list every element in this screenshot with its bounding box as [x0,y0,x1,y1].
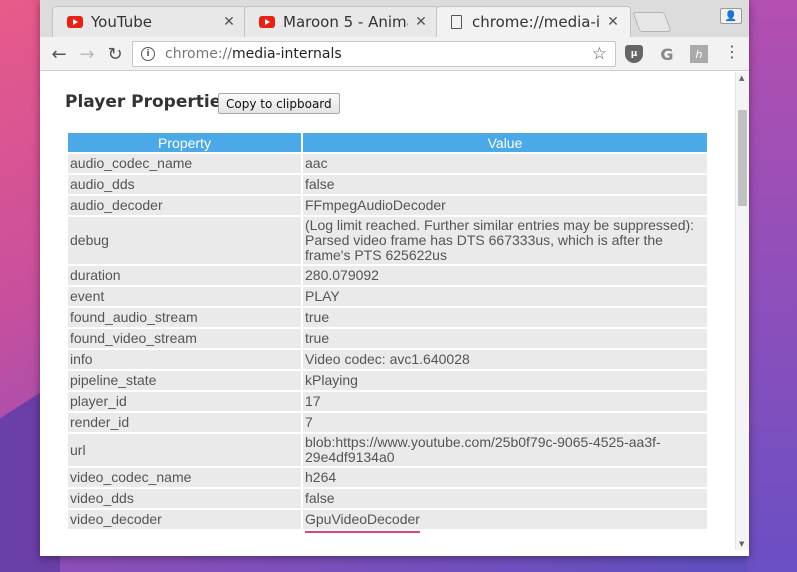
property-cell: duration [68,266,301,285]
ublock-shield-icon[interactable]: μ [625,45,643,63]
value-cell: Video codec: avc1.640028 [303,350,707,369]
table-row: pipeline_state kPlaying [68,371,707,390]
bookmark-star-icon[interactable]: ☆ [592,44,607,64]
document-icon [451,15,462,29]
back-arrow-icon[interactable]: ← [48,43,70,65]
value-cell: kPlaying [303,371,707,390]
page-content: Player Properties Copy to clipboard Prop… [40,72,735,550]
value-cell: blob:https://www.youtube.com/25b0f79c-90… [303,434,707,466]
value-cell: false [303,175,707,194]
property-cell: render_id [68,413,301,432]
desktop-wallpaper-edge [747,0,797,572]
tab-media-internals[interactable]: chrome://media-in ✕ [436,6,631,37]
property-cell: url [68,434,301,466]
close-icon[interactable]: ✕ [222,14,236,30]
tab-title: YouTube [91,13,152,31]
youtube-icon [67,16,83,28]
table-row: video_codec_name h264 [68,468,707,487]
page-title: Player Properties [65,92,232,112]
property-cell: event [68,287,301,306]
table-header-row: Property Value [68,133,707,152]
forward-arrow-icon[interactable]: → [76,43,98,65]
youtube-icon [259,16,275,28]
value-cell: PLAY [303,287,707,306]
url-host: media-internals [232,46,342,62]
close-icon[interactable]: ✕ [606,14,620,30]
value-cell: false [303,489,707,508]
table-row: player_id 17 [68,392,707,411]
value-cell: FFmpegAudioDecoder [303,196,707,215]
browser-window: YouTube ✕ Maroon 5 - Animals ✕ chrome://… [40,0,749,556]
vertical-scrollbar[interactable]: ▲ ▼ [735,72,749,550]
scroll-up-arrow-icon[interactable]: ▲ [739,74,744,82]
info-icon[interactable]: i [141,47,155,61]
property-cell: debug [68,217,301,264]
property-cell: audio_dds [68,175,301,194]
tab-strip: YouTube ✕ Maroon 5 - Animals ✕ chrome://… [40,0,749,37]
value-cell: (Log limit reached. Further similar entr… [303,217,707,264]
value-cell: 7 [303,413,707,432]
tab-youtube[interactable]: YouTube ✕ [52,6,247,37]
value-cell: true [303,329,707,348]
browser-toolbar: ← → ↻ i chrome://media-internals ☆ μ G h… [40,37,749,71]
table-row: duration 280.079092 [68,266,707,285]
new-tab-button[interactable] [632,12,672,32]
property-cell: pipeline_state [68,371,301,390]
property-cell: video_codec_name [68,468,301,487]
table-row: debug (Log limit reached. Further similar… [68,217,707,264]
column-header-property: Property [68,133,301,152]
property-cell: audio_decoder [68,196,301,215]
table-row: event PLAY [68,287,707,306]
table-row: video_decoder GpuVideoDecoder [68,510,707,533]
table-row: render_id 7 [68,413,707,432]
copy-to-clipboard-button[interactable]: Copy to clipboard [218,93,340,114]
property-cell: video_decoder [68,510,301,529]
url-scheme: chrome:// [165,46,232,62]
property-cell: player_id [68,392,301,411]
table-row: audio_dds false [68,175,707,194]
value-cell: true [303,308,707,327]
value-cell: GpuVideoDecoder [303,510,707,533]
tab-maroon5[interactable]: Maroon 5 - Animals ✕ [244,6,439,37]
table-row: info Video codec: avc1.640028 [68,350,707,369]
grammarly-icon[interactable]: G [658,45,676,64]
value-cell: aac [303,154,707,173]
scroll-down-arrow-icon[interactable]: ▼ [739,540,744,548]
value-cell: 17 [303,392,707,411]
table-row: video_dds false [68,489,707,508]
table-row: found_audio_stream true [68,308,707,327]
table-row: audio_codec_name aac [68,154,707,173]
player-properties-table: Property Value audio_codec_name aac audio_… [66,131,709,533]
address-bar[interactable]: i chrome://media-internals ☆ [132,41,616,67]
property-cell: info [68,350,301,369]
menu-kebab-icon[interactable]: ⋮ [724,44,740,60]
profile-icon[interactable]: 👤 [720,8,742,24]
property-cell: found_video_stream [68,329,301,348]
reload-icon[interactable]: ↻ [104,43,126,65]
column-header-value: Value [303,133,707,152]
property-cell: found_audio_stream [68,308,301,327]
close-icon[interactable]: ✕ [414,14,428,30]
tab-title: chrome://media-in [472,13,600,31]
value-cell: h264 [303,468,707,487]
table-row: audio_decoder FFmpegAudioDecoder [68,196,707,215]
table-row: url blob:https://www.youtube.com/25b0f79c… [68,434,707,466]
highlighted-value: GpuVideoDecoder [305,511,420,533]
value-cell: 280.079092 [303,266,707,285]
tab-title: Maroon 5 - Animals [283,13,408,31]
table-row: found_video_stream true [68,329,707,348]
hypothesis-icon[interactable]: h [690,45,708,63]
property-cell: audio_codec_name [68,154,301,173]
property-cell: video_dds [68,489,301,508]
scrollbar-thumb[interactable] [738,110,747,206]
